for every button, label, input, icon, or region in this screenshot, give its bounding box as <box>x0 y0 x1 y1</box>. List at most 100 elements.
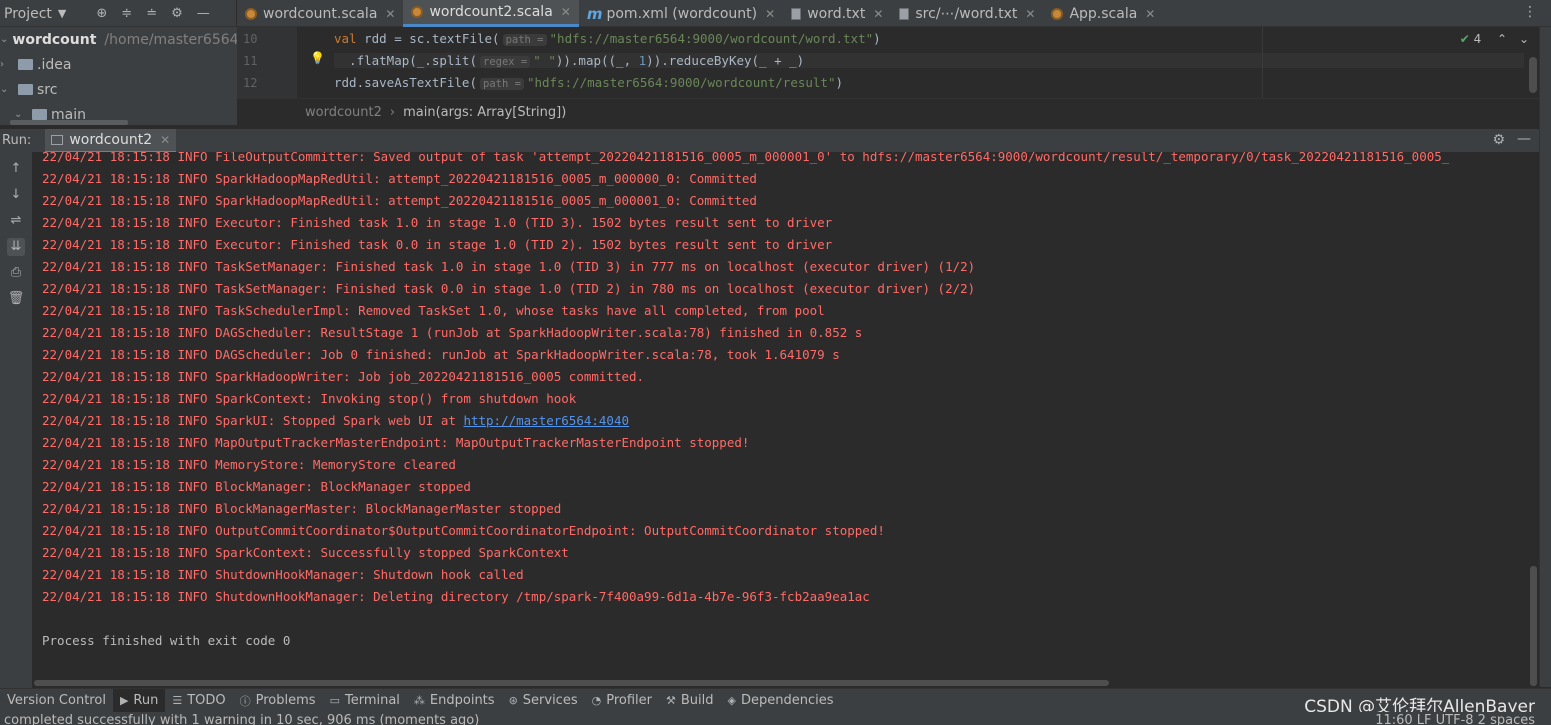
spark-ui-link[interactable]: http://master6564:4040 <box>463 413 629 428</box>
tool-window-label: Terminal <box>344 693 400 708</box>
breadcrumb-file[interactable]: wordcount2 <box>305 105 382 120</box>
breadcrumb: wordcount2 › main(args: Array[String]) <box>237 98 1539 125</box>
terminal-icon: ▭ <box>329 694 340 707</box>
tool-window-profiler[interactable]: ◔ Profiler <box>585 689 659 713</box>
tool-window-label: Profiler <box>606 693 652 708</box>
code-line-12[interactable]: rdd.saveAsTextFile(path = "hdfs://master6… <box>334 75 843 90</box>
chevron-down-icon[interactable]: ▼ <box>58 7 66 20</box>
close-icon[interactable]: ✕ <box>873 7 883 21</box>
log-line: 22/04/21 18:15:18 INFO ShutdownHookManag… <box>42 589 870 604</box>
editor-tabs: wordcount.scala ✕ wordcount2.scala ✕ m p… <box>237 0 1551 27</box>
more-options-icon[interactable]: ⋮ <box>1523 4 1537 20</box>
tab-pom-xml[interactable]: m pom.xml (wordcount) ✕ <box>579 0 783 27</box>
log-text: 22/04/21 18:15:18 INFO SparkUI: Stopped … <box>42 413 464 428</box>
scroll-to-end-icon[interactable]: ⇊ <box>7 238 25 256</box>
inspection-widget[interactable]: ✔ 4 ⌃ ⌄ <box>1460 32 1529 46</box>
tool-window-endpoints[interactable]: ⁂ Endpoints <box>407 689 502 713</box>
chevron-up-icon[interactable]: ⌃ <box>1497 32 1507 46</box>
chevron-down-icon[interactable]: ⌄ <box>1519 32 1529 46</box>
tree-item-src[interactable]: ⌄ src <box>0 77 237 102</box>
tool-window-build[interactable]: ⚒ Build <box>659 689 721 713</box>
log-line: 22/04/21 18:15:18 INFO DAGScheduler: Res… <box>42 325 863 340</box>
problems-icon: ⓘ <box>239 694 251 708</box>
code-editor[interactable]: 10 11 12 💡 val rdd = sc.textFile(path = "… <box>237 27 1539 125</box>
folder-icon <box>18 84 33 95</box>
build-icon: ⚒ <box>666 694 676 707</box>
console-horizontal-scrollbar[interactable] <box>32 678 1529 688</box>
log-line: 22/04/21 18:15:18 INFO Executor: Finishe… <box>42 237 833 252</box>
run-config-icon <box>51 134 64 145</box>
log-line: 22/04/21 18:15:18 INFO TaskSetManager: F… <box>42 259 976 274</box>
crosshair-icon[interactable]: ⊕ <box>96 6 107 21</box>
string-literal: "hdfs://master6564:9000/wordcount/result… <box>526 75 836 90</box>
tool-window-terminal[interactable]: ▭ Terminal <box>323 689 407 713</box>
project-tree: ⌄ wordcount /home/master6564/w › .idea ⌄… <box>0 27 237 125</box>
profiler-icon: ◔ <box>591 694 602 707</box>
tool-window-run[interactable]: ▶ Run <box>112 688 166 713</box>
lightbulb-icon[interactable]: 💡 <box>310 51 325 65</box>
tab-app-scala[interactable]: App.scala ✕ <box>1043 0 1163 27</box>
log-line: 22/04/21 18:15:18 INFO SparkHadoopMapRed… <box>42 193 757 208</box>
console-output[interactable]: 22/04/21 18:15:18 INFO FileOutputCommitt… <box>32 152 1529 678</box>
status-indicators[interactable]: 11:60 LF UTF-8 2 spaces <box>1375 712 1535 725</box>
code-text: .flatMap(_.split( <box>334 53 477 68</box>
project-view-selector[interactable]: Project <box>4 6 52 22</box>
console-vertical-scrollbar[interactable] <box>1529 152 1539 688</box>
close-icon[interactable]: ✕ <box>385 7 395 21</box>
expand-all-icon[interactable]: ≑ <box>121 6 132 21</box>
close-icon[interactable]: ✕ <box>561 5 571 19</box>
tool-window-problems[interactable]: ⓘ Problems <box>233 689 323 713</box>
run-tab-wordcount2[interactable]: wordcount2 ✕ <box>45 128 177 153</box>
log-line: 22/04/21 18:15:18 INFO BlockManager: Blo… <box>42 479 471 494</box>
trash-icon[interactable]: 🗑 <box>7 290 25 308</box>
code-line-11[interactable]: .flatMap(_.split(regex = " ")).map((_, 1)… <box>334 53 1524 68</box>
exit-message: Process finished with exit code 0 <box>42 633 291 648</box>
log-line: 22/04/21 18:15:18 INFO FileOutputCommitt… <box>42 152 1450 164</box>
scrollbar-thumb[interactable] <box>1530 566 1537 686</box>
tool-window-todo[interactable]: ☰ TODO <box>165 689 232 713</box>
tab-wordcount-scala[interactable]: wordcount.scala ✕ <box>237 0 403 27</box>
log-line: 22/04/21 18:15:18 INFO ShutdownHookManag… <box>42 567 524 582</box>
tool-window-dependencies[interactable]: ◈ Dependencies <box>721 689 841 713</box>
close-icon[interactable]: ✕ <box>1145 7 1155 21</box>
code-text: )).map((_, <box>555 53 639 68</box>
close-icon[interactable]: ✕ <box>765 7 775 21</box>
gear-icon[interactable]: ⚙ <box>1492 132 1505 148</box>
code-line-10[interactable]: val rdd = sc.textFile(path = "hdfs://mast… <box>334 31 881 46</box>
tool-window-version-control[interactable]: Version Control <box>0 689 113 713</box>
close-icon[interactable]: ✕ <box>1025 7 1035 21</box>
minimize-icon[interactable]: — <box>1517 131 1531 147</box>
gear-icon[interactable]: ⚙ <box>171 6 183 21</box>
chevron-down-icon[interactable]: ⌄ <box>0 34 8 45</box>
chevron-down-icon[interactable]: ⌄ <box>0 84 14 95</box>
tree-item-wordcount[interactable]: ⌄ wordcount /home/master6564/w <box>0 27 237 52</box>
log-line: 22/04/21 18:15:18 INFO Executor: Finishe… <box>42 215 833 230</box>
tab-word-txt[interactable]: word.txt ✕ <box>783 0 891 27</box>
chevron-right-icon: › <box>389 104 396 120</box>
breadcrumb-function[interactable]: main(args: Array[String]) <box>403 105 566 120</box>
tree-scrollbar[interactable] <box>10 120 128 125</box>
line-gutter: 10 11 12 <box>237 27 297 98</box>
tab-label: wordcount2.scala <box>429 4 553 20</box>
chevron-down-icon[interactable]: ⌄ <box>14 109 28 120</box>
chevron-right-icon[interactable]: › <box>0 59 14 70</box>
hide-icon[interactable]: — <box>197 6 210 21</box>
collapse-all-icon[interactable]: ≐ <box>146 6 157 21</box>
soft-wrap-icon[interactable]: ⇌ <box>7 212 25 230</box>
print-icon[interactable]: ⎙ <box>7 264 25 282</box>
status-message[interactable]: completed successfully with 1 warning in… <box>4 712 479 725</box>
tab-wordcount2-scala[interactable]: wordcount2.scala ✕ <box>403 0 579 27</box>
tab-src-word-txt[interactable]: src/⋯/word.txt ✕ <box>891 0 1043 27</box>
close-icon[interactable]: ✕ <box>160 133 170 147</box>
scrollbar-thumb[interactable] <box>34 680 1109 686</box>
arrow-down-icon[interactable]: ↓ <box>7 186 25 204</box>
tool-window-services[interactable]: ⊛ Services <box>502 689 585 713</box>
editor-scrollbar[interactable] <box>1529 57 1537 93</box>
right-margin-guide <box>1262 27 1263 98</box>
arrow-up-icon[interactable]: ↑ <box>7 160 25 178</box>
log-line: 22/04/21 18:15:18 INFO TaskSetManager: F… <box>42 281 976 296</box>
code-text: ) <box>873 31 881 46</box>
text-file-icon <box>899 7 910 20</box>
line-number: 12 <box>243 76 258 90</box>
tree-item-idea[interactable]: › .idea <box>0 52 237 77</box>
